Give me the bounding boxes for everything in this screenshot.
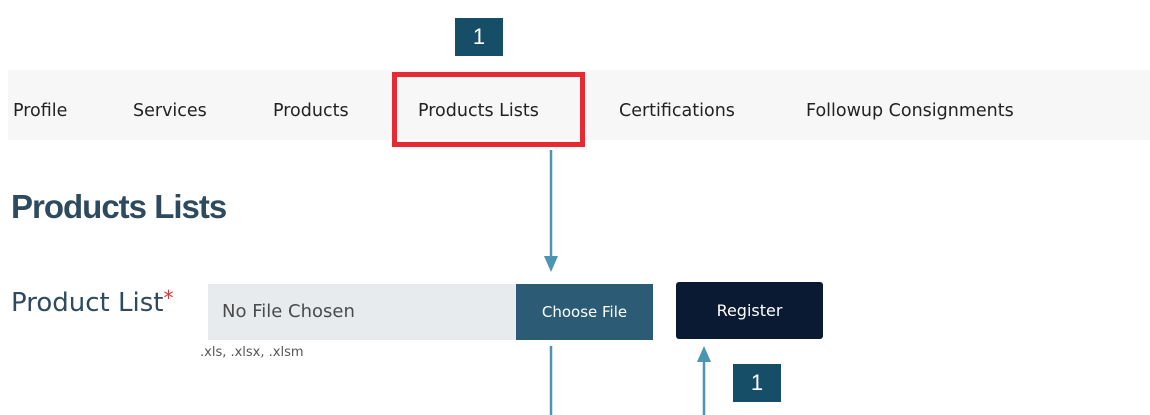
file-input-field[interactable]: No File Chosen bbox=[208, 284, 516, 340]
product-list-label-text: Product List bbox=[11, 288, 164, 318]
register-button[interactable]: Register bbox=[676, 282, 823, 339]
tab-highlight-box bbox=[392, 72, 585, 147]
file-status-text: No File Chosen bbox=[222, 301, 355, 322]
accepted-file-types-hint: .xls, .xlsx, .xlsm bbox=[200, 345, 304, 360]
page-title: Products Lists bbox=[11, 188, 227, 225]
tab-products[interactable]: Products bbox=[273, 70, 349, 140]
tab-profile[interactable]: Profile bbox=[13, 70, 67, 140]
arrow-down-head bbox=[544, 256, 558, 272]
arrow-up-head bbox=[697, 346, 711, 362]
product-list-label: Product List* bbox=[11, 286, 174, 318]
callout-badge-bottom: 1 bbox=[733, 364, 781, 402]
tab-services[interactable]: Services bbox=[133, 70, 207, 140]
tab-certifications[interactable]: Certifications bbox=[619, 70, 735, 140]
tab-followup-consignments[interactable]: Followup Consignments bbox=[806, 70, 1014, 140]
callout-badge-top: 1 bbox=[455, 18, 503, 56]
required-asterisk: * bbox=[163, 286, 174, 310]
choose-file-button[interactable]: Choose File bbox=[516, 284, 653, 340]
